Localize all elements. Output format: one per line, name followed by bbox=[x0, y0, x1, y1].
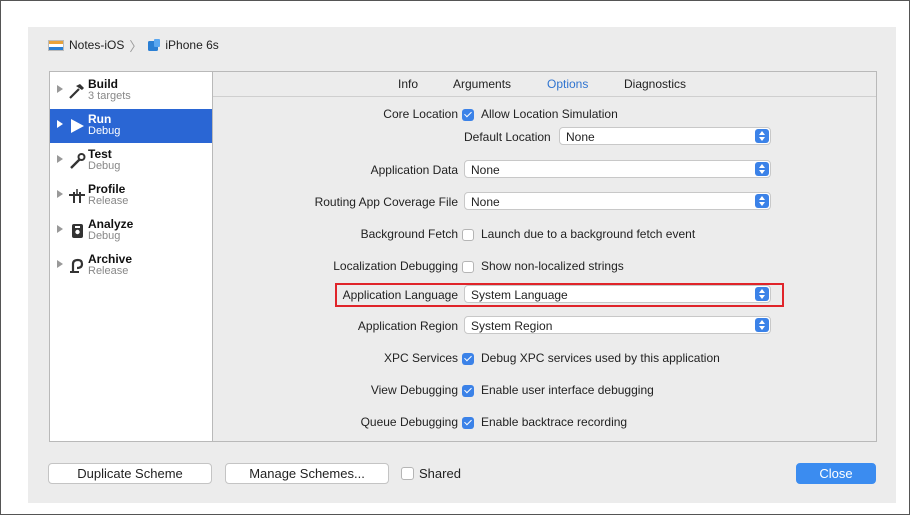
localization-debugging-checkbox[interactable] bbox=[462, 261, 474, 273]
popup-value: None bbox=[566, 130, 595, 144]
sidebar-item-subtitle: Release bbox=[88, 265, 129, 277]
sidebar-item-title: Build bbox=[88, 77, 118, 91]
scheme-actions-sidebar: Build 3 targets Run Debug Test Debug Pro… bbox=[49, 71, 213, 442]
wrench-icon bbox=[70, 153, 86, 169]
hammer-icon bbox=[69, 84, 84, 99]
profile-icon bbox=[69, 189, 85, 203]
manage-schemes-button[interactable]: Manage Schemes... bbox=[225, 463, 389, 484]
xpc-services-checkbox[interactable] bbox=[462, 353, 474, 365]
application-data-popup[interactable]: None bbox=[464, 160, 771, 178]
xpc-services-label: XPC Services bbox=[383, 351, 458, 365]
tab-arguments[interactable]: Arguments bbox=[453, 77, 511, 91]
sidebar-item-subtitle: Release bbox=[88, 195, 129, 207]
device-icon bbox=[148, 38, 161, 51]
default-location-popup[interactable]: None bbox=[559, 127, 771, 145]
popup-value: None bbox=[471, 195, 500, 209]
queue-debugging-label: Queue Debugging bbox=[360, 415, 458, 429]
xpc-services-checkbox-label: Debug XPC services used by this applicat… bbox=[481, 351, 720, 365]
background-fetch-label: Background Fetch bbox=[360, 227, 458, 241]
window-frame: Notes-iOS 〉 iPhone 6s Build 3 targets Ru… bbox=[0, 0, 910, 515]
popup-arrows-icon bbox=[755, 194, 769, 208]
sidebar-item-test[interactable]: Test Debug bbox=[50, 144, 212, 178]
background-fetch-checkbox[interactable] bbox=[462, 229, 474, 241]
project-icon bbox=[48, 39, 64, 51]
popup-value: None bbox=[471, 163, 500, 177]
sidebar-item-subtitle: 3 targets bbox=[88, 90, 131, 102]
archive-icon bbox=[70, 258, 84, 273]
view-debugging-checkbox[interactable] bbox=[462, 385, 474, 397]
disclosure-triangle-icon[interactable] bbox=[57, 85, 63, 93]
popup-value: System Region bbox=[471, 319, 553, 333]
view-debugging-label: View Debugging bbox=[370, 383, 458, 397]
sidebar-item-subtitle: Debug bbox=[88, 160, 121, 172]
popup-arrows-icon bbox=[755, 162, 769, 176]
queue-debugging-checkbox[interactable] bbox=[462, 417, 474, 429]
sidebar-item-title: Run bbox=[88, 112, 112, 126]
close-button[interactable]: Close bbox=[796, 463, 876, 484]
sidebar-item-title: Analyze bbox=[88, 217, 134, 231]
disclosure-triangle-icon[interactable] bbox=[57, 225, 63, 233]
application-region-label: Application Region bbox=[357, 319, 458, 333]
disclosure-triangle-icon[interactable] bbox=[57, 155, 63, 163]
sidebar-item-title: Archive bbox=[88, 252, 133, 266]
tab-bar: Info Arguments Options Diagnostics bbox=[213, 72, 876, 97]
tab-options[interactable]: Options bbox=[547, 77, 588, 91]
sidebar-item-subtitle: Debug bbox=[88, 230, 121, 242]
application-data-label: Application Data bbox=[370, 163, 458, 177]
play-icon bbox=[71, 119, 84, 133]
sidebar-item-build[interactable]: Build 3 targets bbox=[50, 74, 212, 108]
routing-file-label: Routing App Coverage File bbox=[314, 195, 458, 209]
disclosure-triangle-icon[interactable] bbox=[57, 260, 63, 268]
tab-info[interactable]: Info bbox=[398, 77, 418, 91]
localization-debugging-checkbox-label: Show non-localized strings bbox=[481, 259, 624, 273]
allow-location-simulation-checkbox[interactable] bbox=[462, 109, 474, 121]
default-location-label: Default Location bbox=[464, 130, 551, 144]
sidebar-item-title: Test bbox=[88, 147, 112, 161]
shared-label: Shared bbox=[419, 466, 461, 481]
analyze-icon bbox=[72, 224, 83, 238]
chevron-right-icon: 〉 bbox=[129, 38, 143, 54]
background-fetch-checkbox-label: Launch due to a background fetch event bbox=[481, 227, 696, 241]
view-debugging-checkbox-label: Enable user interface debugging bbox=[481, 383, 654, 397]
core-location-label: Core Location bbox=[383, 107, 458, 121]
sidebar-item-archive[interactable]: Archive Release bbox=[50, 249, 212, 283]
duplicate-scheme-button[interactable]: Duplicate Scheme bbox=[48, 463, 212, 484]
sidebar-item-profile[interactable]: Profile Release bbox=[50, 179, 212, 213]
sidebar-item-analyze[interactable]: Analyze Debug bbox=[50, 214, 212, 248]
queue-debugging-checkbox-label: Enable backtrace recording bbox=[481, 415, 628, 429]
popup-arrows-icon bbox=[755, 318, 769, 332]
breadcrumb: Notes-iOS 〉 iPhone 6s bbox=[48, 37, 219, 54]
popup-arrows-icon bbox=[755, 129, 769, 143]
tab-diagnostics[interactable]: Diagnostics bbox=[624, 77, 686, 91]
scheme-editor-sheet: Notes-iOS 〉 iPhone 6s Build 3 targets Ru… bbox=[28, 27, 896, 503]
breadcrumb-project[interactable]: Notes-iOS bbox=[69, 38, 124, 52]
sidebar-item-subtitle: Debug bbox=[88, 125, 121, 137]
localization-debugging-label: Localization Debugging bbox=[333, 259, 458, 273]
disclosure-triangle-icon[interactable] bbox=[57, 120, 63, 128]
disclosure-triangle-icon[interactable] bbox=[57, 190, 63, 198]
highlight-annotation-box bbox=[335, 283, 784, 307]
breadcrumb-device[interactable]: iPhone 6s bbox=[165, 38, 218, 52]
routing-file-popup[interactable]: None bbox=[464, 192, 771, 210]
sidebar-item-run[interactable]: Run Debug bbox=[50, 109, 212, 143]
application-region-popup[interactable]: System Region bbox=[464, 316, 771, 334]
allow-location-simulation-label: Allow Location Simulation bbox=[481, 107, 618, 121]
sidebar-item-title: Profile bbox=[88, 182, 126, 196]
shared-checkbox[interactable] bbox=[401, 467, 414, 480]
